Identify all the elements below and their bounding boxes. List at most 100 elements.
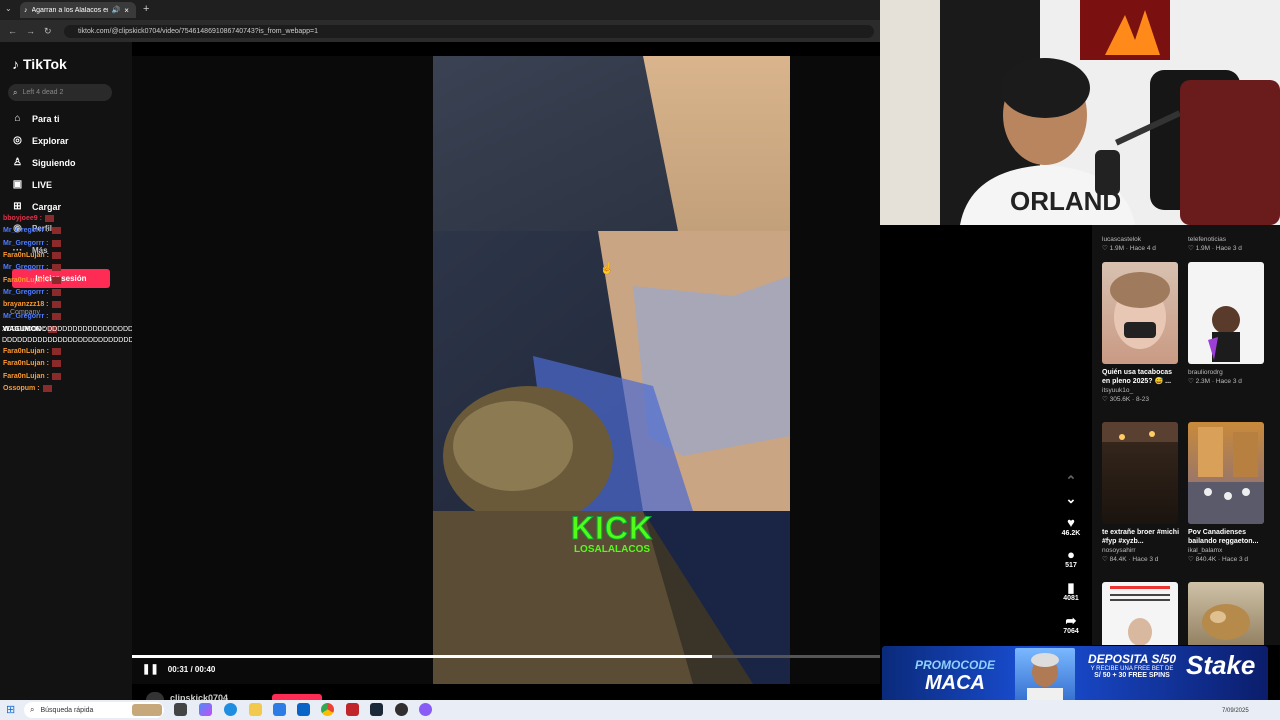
tiktok-logo[interactable]: ♪ TikTok <box>12 56 67 72</box>
like-count: 46.2K <box>1061 530 1081 537</box>
rec-stats: ♡ 305.6K · 8-23 <box>1102 396 1150 403</box>
chevron-down-icon: ⌄ <box>1065 491 1077 506</box>
chat-emote-icon <box>51 313 61 321</box>
chat-message: Fara0nLujan : <box>3 372 61 380</box>
rec-item[interactable]: te extrañe broer #michi #fyp #xyzb... no… <box>1102 528 1182 564</box>
rec-item[interactable]: telefenoticias ♡ 1.9M · Hace 3 d <box>1188 235 1274 253</box>
rec-thumbnail-image <box>1188 427 1264 524</box>
rec-stats: ♡ 1.9M · Hace 4 d <box>1102 245 1156 252</box>
comment-button[interactable]: ● 517 <box>1058 548 1084 570</box>
search-icon: ⌕ <box>13 87 18 97</box>
windows-start-icon[interactable]: ⊞ <box>6 703 15 716</box>
upload-icon: ⊞ <box>13 201 22 212</box>
chat-emote-icon <box>51 264 61 272</box>
rec-stats: ♡ 2.3M · Hace 3 d <box>1188 378 1242 385</box>
rec-item[interactable]: Pov Canadienses bailando reggaeton... ik… <box>1188 528 1274 564</box>
outlook-icon[interactable] <box>297 703 310 716</box>
share-button[interactable]: ➦ 7064 <box>1058 613 1084 636</box>
search-input[interactable]: ⌕ Left 4 dead 2 <box>8 84 112 101</box>
chat-message: Mr_Gregorrr : <box>3 239 61 247</box>
edge-icon[interactable] <box>224 703 237 716</box>
chat-emote-icon <box>51 227 61 235</box>
rec-thumbnail[interactable] <box>1102 582 1178 645</box>
rec-author: itsyuuk1o_ <box>1102 387 1134 394</box>
chat-emote-icon <box>51 301 61 309</box>
search-highlight-icon <box>132 704 162 716</box>
playback-controls: ❚❚ 00:31 / 00:40 <box>142 664 215 675</box>
next-video-button[interactable]: ⌄ <box>1058 492 1084 506</box>
sidebar-item-para-ti[interactable]: ⌂ Para ti <box>12 113 60 124</box>
recommendations-panel: lucascastelok ♡ 1.9M · Hace 4 d telefeno… <box>1092 225 1280 645</box>
mouse-cursor-icon: ☝ <box>600 263 614 275</box>
copilot-icon[interactable] <box>199 703 212 716</box>
rec-thumbnail[interactable] <box>1102 262 1178 364</box>
save-button[interactable]: ▮ 4081 <box>1058 580 1084 603</box>
rec-item[interactable]: brauliorodrg ♡ 2.3M · Hace 3 d <box>1188 368 1274 386</box>
like-button[interactable]: ♥ 46.2K <box>1058 516 1084 538</box>
search-placeholder: Left 4 dead 2 <box>22 89 64 96</box>
obs-icon[interactable] <box>395 703 408 716</box>
chat-message: Fara0nLujan : <box>3 251 61 259</box>
pause-icon[interactable]: ❚❚ <box>142 664 159 675</box>
chat-username: Fara0nLujan : <box>3 372 49 380</box>
chat-username: Fara0nLujan : <box>3 360 49 368</box>
task-view-icon[interactable] <box>174 703 187 716</box>
forward-icon[interactable]: → <box>26 26 35 36</box>
sidebar-item-siguiendo[interactable]: ♙ Siguiendo <box>12 157 75 168</box>
file-explorer-icon[interactable] <box>249 703 262 716</box>
tiktok-note-icon: ♪ <box>12 56 19 72</box>
rec-author: ikal_balamx <box>1188 547 1223 554</box>
taskbar-search[interactable]: ⌕ Búsqueda rápida <box>24 702 164 718</box>
store-icon[interactable] <box>273 703 286 716</box>
rec-thumbnail[interactable] <box>1188 262 1264 364</box>
tab-close-icon[interactable]: × <box>124 6 129 15</box>
rec-author: lucascastelok <box>1102 236 1142 243</box>
browser-tab[interactable]: ♪ Agarran a los Alalacos en el 🔊 × <box>20 2 136 18</box>
taskbar-date: 7/09/2025 <box>1222 708 1249 714</box>
sidebar-item-label: Explorar <box>32 135 69 146</box>
share-icon: ➦ <box>1065 613 1077 628</box>
author-avatar[interactable] <box>146 692 164 700</box>
chat-username: Ossopum : <box>3 384 40 392</box>
rec-author: telefenoticias <box>1188 236 1226 243</box>
rec-item[interactable]: lucascastelok ♡ 1.9M · Hace 4 d <box>1102 235 1182 253</box>
chat-emote-icon <box>51 360 61 368</box>
chrome-icon[interactable] <box>321 703 334 716</box>
steam-icon[interactable] <box>370 703 383 716</box>
save-count: 4081 <box>1063 595 1079 602</box>
chat-username: Mr_Gregorrr : <box>3 288 49 296</box>
time-display: 00:31 / 00:40 <box>167 665 216 674</box>
rec-thumbnail-image <box>1110 272 1170 349</box>
reload-icon[interactable]: ↻ <box>44 26 52 37</box>
chat-username: Mr_Gregorrr : <box>3 313 49 321</box>
promo-label: PROMOCODE <box>914 658 995 672</box>
kick-logo-text: KICK <box>570 510 654 546</box>
chat-username: Fara0nLujan : <box>3 251 49 259</box>
video-frame[interactable] <box>433 56 790 684</box>
sidebar-item-label: Para ti <box>32 113 60 124</box>
new-tab-icon[interactable]: + <box>143 3 149 15</box>
app-icon[interactable] <box>419 703 432 716</box>
chat-emote-icon <box>51 239 61 247</box>
rec-thumbnail[interactable] <box>1102 422 1178 524</box>
tab-menu-icon[interactable]: ⌄ <box>5 4 12 13</box>
app-icon[interactable] <box>346 703 359 716</box>
prev-video-button[interactable]: ⌃ <box>1058 474 1084 488</box>
url-input[interactable]: tiktok.com/@clipskick0704/video/75461486… <box>64 25 874 38</box>
chat-username: Mr_Gregorrr : <box>3 239 49 247</box>
chat-username: Mr_Gregorrr : <box>3 227 49 235</box>
chat-message: Mr_Gregorrr : <box>3 313 61 321</box>
sidebar-item-live[interactable]: ▣ LIVE <box>12 179 52 190</box>
chat-emote-icon <box>42 384 52 392</box>
rec-item[interactable]: Quién usa tacabocas en pleno 2025? 😅 ...… <box>1102 368 1182 404</box>
sidebar-item-cargar[interactable]: ⊞ Cargar <box>12 201 61 212</box>
rec-thumbnail-image <box>1110 586 1170 645</box>
chat-username: Mr_Gregorrr : <box>3 264 49 272</box>
live-icon: ▣ <box>12 179 23 190</box>
sidebar-item-explorar[interactable]: ◎ Explorar <box>12 135 69 146</box>
back-icon[interactable]: ← <box>8 26 17 36</box>
rec-thumbnail[interactable] <box>1188 582 1264 645</box>
chat-username: bboyjoee9 : <box>3 215 42 222</box>
rec-thumbnail[interactable] <box>1188 422 1264 524</box>
bookmark-icon: ▮ <box>1067 580 1075 595</box>
